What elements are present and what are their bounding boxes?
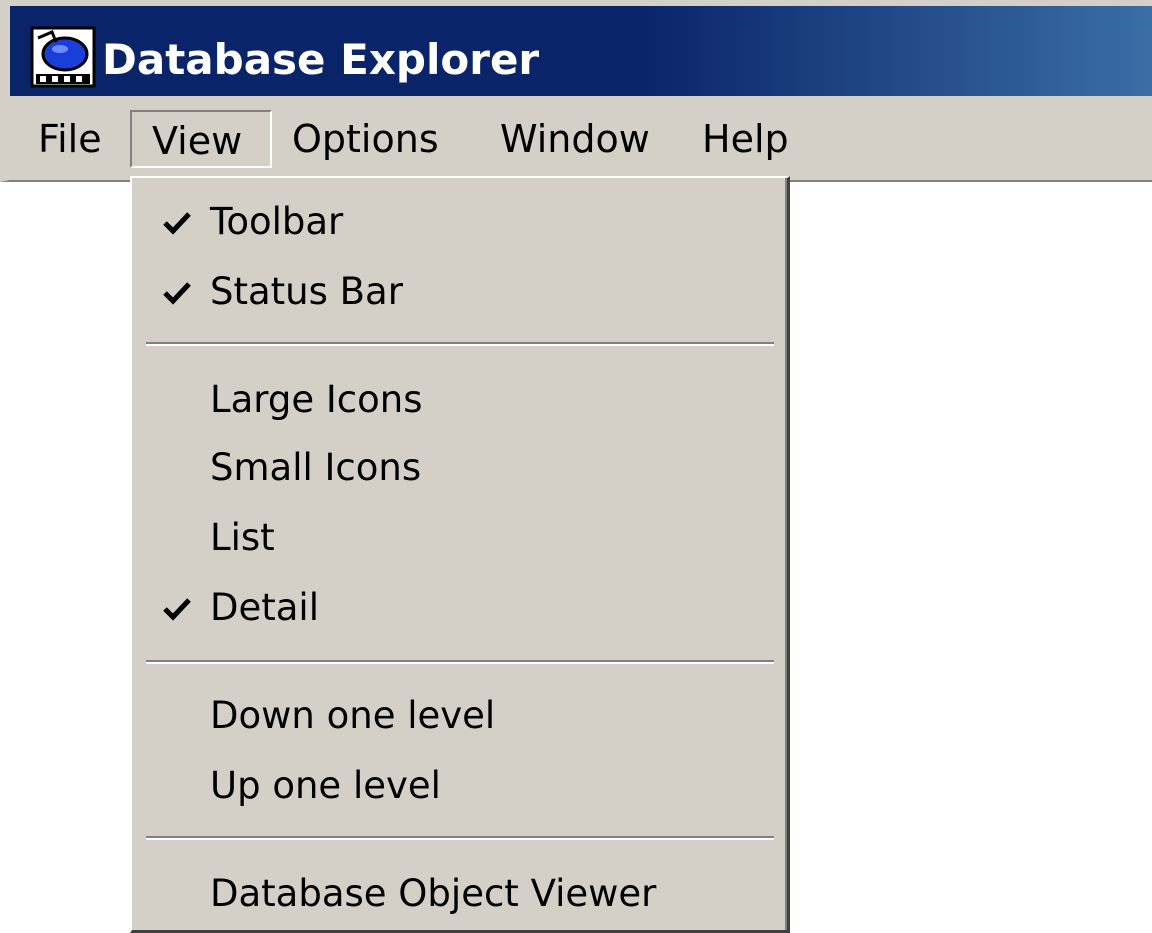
- menu-bar: File View Options Window Help: [0, 96, 1152, 182]
- menu-item-large-icons[interactable]: Large Icons: [132, 368, 782, 432]
- menu-item-label: Large Icons: [210, 378, 423, 421]
- checkmark-icon: [163, 598, 191, 621]
- menu-item-label: Status Bar: [210, 270, 403, 313]
- view-menu-dropdown: Toolbar Status Bar Large Icons Small Ico…: [130, 176, 790, 933]
- menu-item-label: Toolbar: [210, 200, 344, 243]
- menu-file[interactable]: File: [34, 110, 106, 168]
- menu-item-down-one-level[interactable]: Down one level: [132, 684, 782, 748]
- database-explorer-icon[interactable]: [30, 24, 96, 90]
- menu-separator: [146, 342, 774, 346]
- window-title: Database Explorer: [102, 35, 540, 84]
- menu-window[interactable]: Window: [496, 110, 654, 168]
- menu-item-status-bar[interactable]: Status Bar: [132, 260, 782, 324]
- title-bar[interactable]: Database Explorer: [0, 0, 1152, 96]
- menu-item-label: Detail: [210, 586, 319, 629]
- checkmark-icon: [163, 212, 191, 235]
- menu-item-up-one-level[interactable]: Up one level: [132, 754, 782, 818]
- menu-item-label: Database Object Viewer: [210, 872, 657, 915]
- menu-item-detail[interactable]: Detail: [132, 576, 782, 640]
- menu-item-toolbar[interactable]: Toolbar: [132, 190, 782, 254]
- menu-item-database-object-viewer[interactable]: Database Object Viewer: [132, 862, 782, 926]
- menu-item-list[interactable]: List: [132, 506, 782, 570]
- menu-item-label: Up one level: [210, 764, 441, 807]
- menu-help[interactable]: Help: [698, 110, 793, 168]
- menu-view[interactable]: View: [130, 110, 272, 168]
- menu-separator: [146, 660, 774, 664]
- menu-options[interactable]: Options: [288, 110, 443, 168]
- menu-item-label: Small Icons: [210, 446, 422, 489]
- menu-separator: [146, 836, 774, 840]
- menu-item-label: Down one level: [210, 694, 496, 737]
- menu-item-label: List: [210, 516, 275, 559]
- checkmark-icon: [163, 282, 191, 305]
- menu-item-small-icons[interactable]: Small Icons: [132, 436, 782, 500]
